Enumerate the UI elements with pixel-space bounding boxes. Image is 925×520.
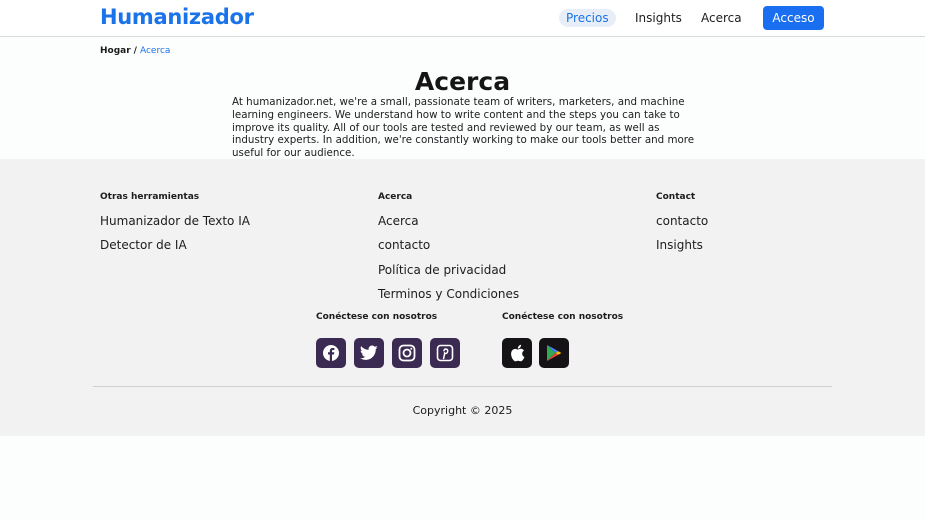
breadcrumb-separator: / bbox=[133, 46, 137, 56]
footer-link-contact[interactable]: contacto bbox=[656, 214, 708, 228]
footer-link-privacy[interactable]: Política de privacidad bbox=[378, 263, 506, 277]
apps-heading: Conéctese con nosotros bbox=[502, 312, 624, 322]
breadcrumb: Hogar / Acerca bbox=[100, 46, 170, 56]
footer-heading-about: Acerca bbox=[378, 192, 413, 202]
nav-insights[interactable]: Insights bbox=[628, 9, 689, 27]
social-heading: Conéctese con nosotros bbox=[316, 312, 438, 322]
footer-link-terms[interactable]: Terminos y Condiciones bbox=[378, 287, 519, 301]
page-description: At humanizador.net, we're a small, passi… bbox=[232, 96, 695, 160]
twitter-icon[interactable] bbox=[354, 338, 384, 368]
footer-heading-tools: Otras herramientas bbox=[100, 192, 200, 202]
breadcrumb-current: Acerca bbox=[139, 46, 171, 56]
nav-precios[interactable]: Precios bbox=[559, 9, 616, 27]
nav-acerca[interactable]: Acerca bbox=[694, 9, 749, 27]
site-footer: Otras herramientas Humanizador de Texto … bbox=[0, 159, 925, 436]
page-title: Acerca bbox=[414, 67, 511, 96]
google-play-icon[interactable] bbox=[539, 338, 569, 368]
breadcrumb-home[interactable]: Hogar bbox=[100, 46, 131, 56]
footer-heading-contact: Contact bbox=[656, 192, 696, 202]
footer-link-insights[interactable]: Insights bbox=[656, 238, 703, 252]
instagram-icon[interactable] bbox=[392, 338, 422, 368]
site-logo[interactable]: Humanizador bbox=[100, 5, 254, 29]
facebook-icon[interactable] bbox=[316, 338, 346, 368]
footer-link-acerca[interactable]: Acerca bbox=[378, 214, 419, 228]
footer-divider bbox=[93, 386, 832, 387]
apple-icon[interactable] bbox=[502, 338, 532, 368]
footer-link-detector[interactable]: Detector de IA bbox=[100, 238, 187, 252]
pinterest-icon[interactable] bbox=[430, 338, 460, 368]
footer-link-humanizador[interactable]: Humanizador de Texto IA bbox=[100, 214, 250, 228]
site-header: Humanizador Precios Insights Acerca Acce… bbox=[0, 0, 925, 37]
login-button[interactable]: Acceso bbox=[763, 6, 824, 30]
copyright-text: Copyright © 2025 bbox=[412, 404, 513, 417]
footer-link-contacto[interactable]: contacto bbox=[378, 238, 430, 252]
